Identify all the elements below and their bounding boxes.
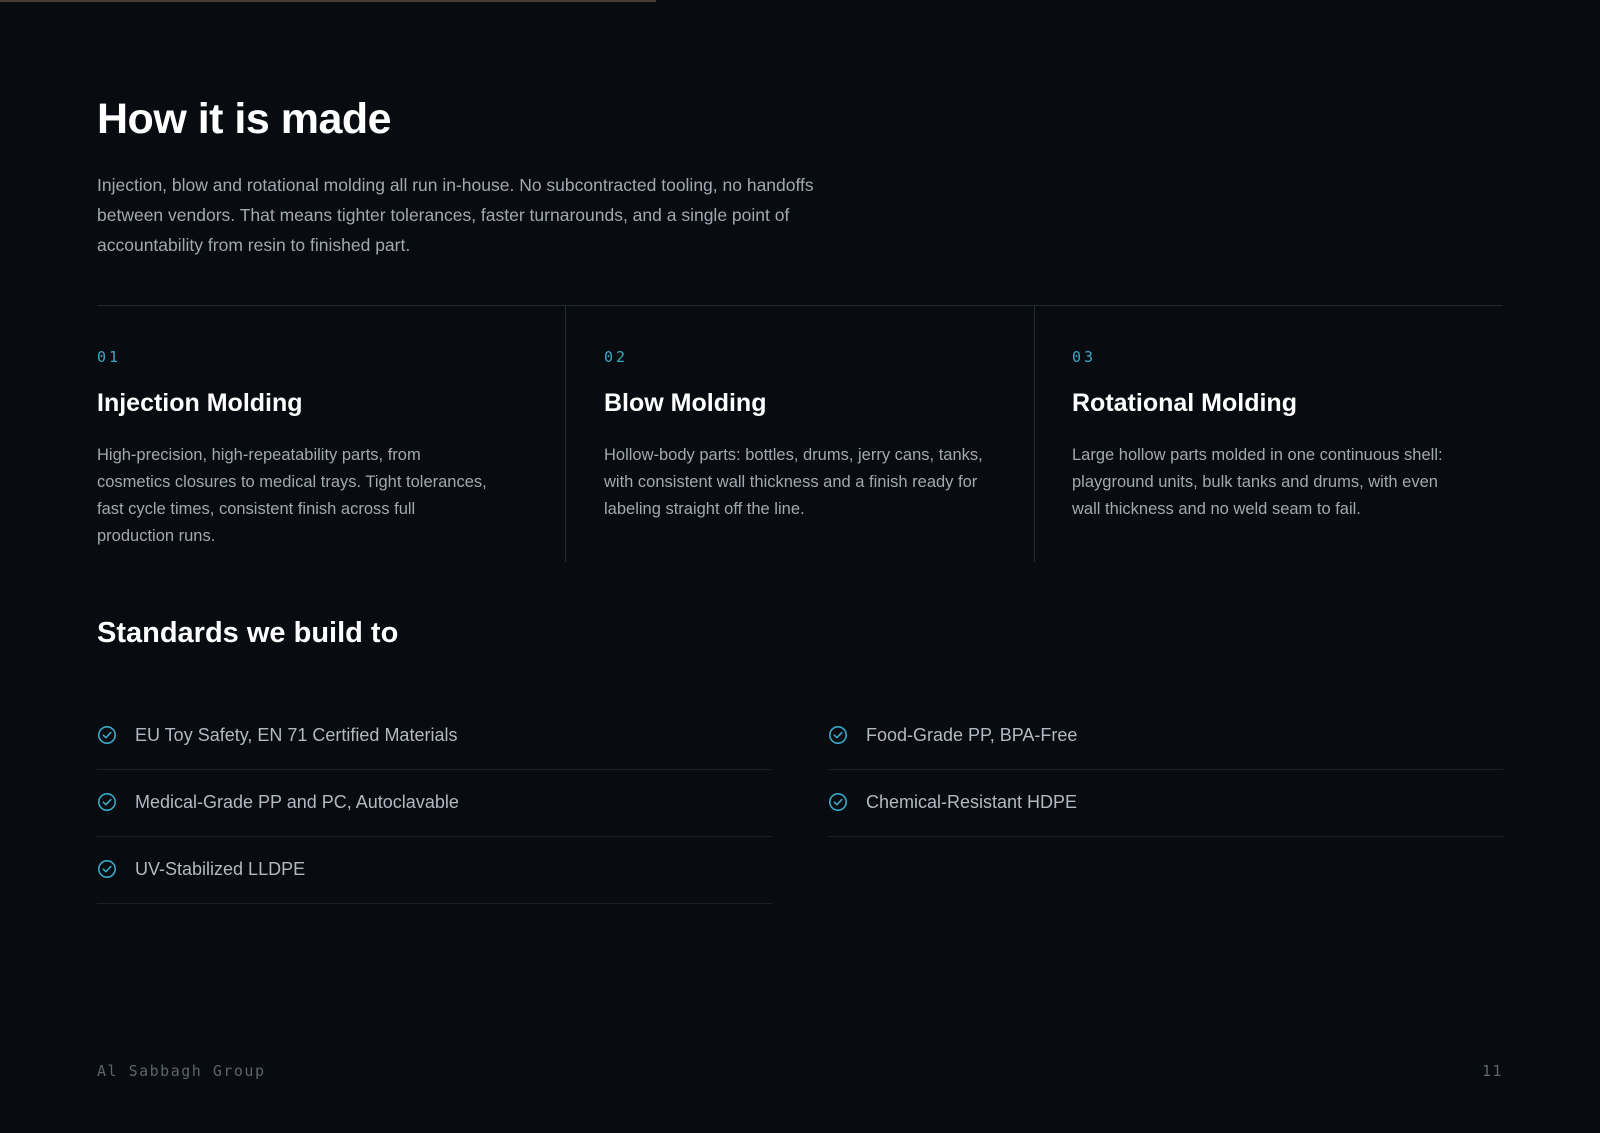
method-description: Hollow-body parts: bottles, drums, jerry… <box>604 446 983 518</box>
method-description: High-precision, high-repeatability parts… <box>97 446 487 545</box>
method-description: Large hollow parts molded in one continu… <box>1072 446 1443 518</box>
standard-item: Chemical-Resistant HDPE <box>828 770 1503 837</box>
standard-label: UV-Stabilized LLDPE <box>135 858 306 879</box>
check-circle-icon <box>97 725 117 745</box>
methods-grid: 01 Injection Molding High-precision, hig… <box>97 305 1503 562</box>
standard-label: Medical-Grade PP and PC, Autoclavable <box>135 791 459 812</box>
page-number: 11 <box>1481 1062 1503 1080</box>
standard-item: EU Toy Safety, EN 71 Certified Materials <box>97 703 772 770</box>
reading-progress-fill <box>0 0 656 2</box>
method-card-injection: 01 Injection Molding High-precision, hig… <box>97 306 566 562</box>
standard-item: UV-Stabilized LLDPE <box>97 837 772 904</box>
standard-label: Food-Grade PP, BPA-Free <box>866 724 1078 745</box>
standards-list-left: EU Toy Safety, EN 71 Certified Materials… <box>97 703 772 904</box>
method-card-blow: 02 Blow Molding Hollow-body parts: bottl… <box>566 306 1035 562</box>
method-card-rotational: 03 Rotational Molding Large hollow parts… <box>1035 306 1503 562</box>
intro-paragraph: Injection, blow and rotational molding a… <box>97 175 814 255</box>
standard-label: Chemical-Resistant HDPE <box>866 791 1078 812</box>
check-circle-icon <box>97 792 117 812</box>
standard-item: Food-Grade PP, BPA-Free <box>828 703 1503 770</box>
check-circle-icon <box>97 859 117 879</box>
check-circle-icon <box>828 725 848 745</box>
method-number: 01 <box>97 348 122 366</box>
standards-list-right: Food-Grade PP, BPA-Free Chemical-Resista… <box>828 703 1503 837</box>
method-title: Rotational Molding <box>1072 389 1297 417</box>
standards-heading: Standards we build to <box>97 617 399 649</box>
footer-brand: Al Sabbagh Group <box>97 1062 266 1080</box>
method-title: Injection Molding <box>97 389 303 417</box>
page-title: How it is made <box>97 95 392 143</box>
standard-label: EU Toy Safety, EN 71 Certified Materials <box>135 724 458 745</box>
method-title: Blow Molding <box>604 389 767 417</box>
check-circle-icon <box>828 792 848 812</box>
method-number: 03 <box>1072 348 1097 366</box>
standard-item: Medical-Grade PP and PC, Autoclavable <box>97 770 772 837</box>
reading-progress-bar <box>0 0 1600 2</box>
method-number: 02 <box>604 348 629 366</box>
